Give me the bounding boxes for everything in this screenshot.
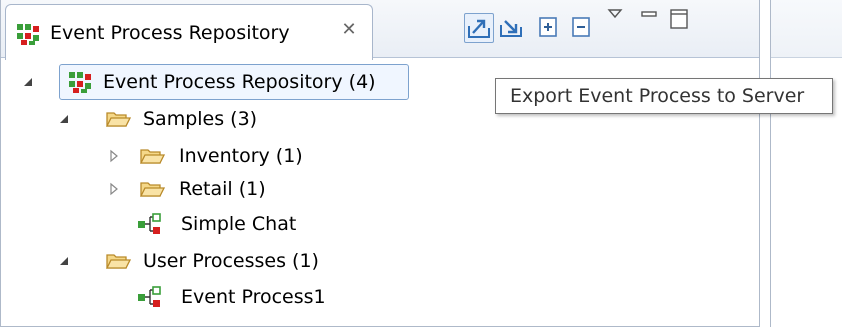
tree-node-event-process1[interactable]: Event Process1	[1, 280, 361, 314]
close-icon[interactable]: ✕	[338, 19, 360, 41]
expanded-arrow-icon[interactable]	[57, 254, 71, 268]
tree-node-label: Inventory (1)	[179, 145, 303, 167]
collapsed-arrow-icon[interactable]	[107, 182, 121, 196]
collapse-all-icon	[572, 17, 590, 37]
expanded-arrow-icon[interactable]	[21, 75, 35, 89]
export-to-server-button[interactable]	[464, 13, 494, 43]
collapse-all-button[interactable]	[567, 13, 597, 43]
tree-node-samples[interactable]: Samples (3)	[1, 102, 301, 136]
tree-node-retail[interactable]: Retail (1)	[1, 172, 341, 206]
minimize-icon	[641, 11, 657, 17]
tree-node-label: Event Process1	[181, 286, 326, 308]
minimize-button[interactable]	[635, 6, 665, 36]
tree-node-label: Samples (3)	[143, 108, 258, 130]
adjacent-header-strip	[771, 0, 842, 58]
maximize-icon	[670, 9, 688, 29]
event-process-icon	[138, 286, 161, 307]
tree-node-simple-chat[interactable]: Simple Chat	[1, 207, 341, 241]
folder-open-icon	[139, 149, 165, 164]
folder-open-icon	[105, 112, 131, 127]
maximize-button[interactable]	[665, 6, 695, 36]
tree-node-label: Event Process Repository (4)	[103, 71, 376, 93]
repository-icon	[69, 72, 91, 93]
event-process-repository-view: Event Process Repository ✕ Event Process…	[0, 0, 760, 327]
expanded-arrow-icon[interactable]	[57, 112, 71, 126]
import-from-server-button[interactable]	[497, 13, 527, 43]
view-header: Event Process Repository ✕	[1, 0, 759, 60]
view-menu-button[interactable]	[601, 6, 631, 36]
expand-all-button[interactable]	[534, 13, 564, 43]
tree-node-label: User Processes (1)	[143, 250, 319, 272]
tree-node-label: Simple Chat	[181, 213, 297, 235]
import-icon	[500, 20, 522, 37]
event-process-icon	[138, 213, 161, 234]
tree-node-inventory[interactable]: Inventory (1)	[1, 139, 341, 173]
expand-all-icon	[539, 17, 557, 37]
collapsed-arrow-icon[interactable]	[107, 149, 121, 163]
chevron-down-icon	[607, 9, 623, 19]
export-icon	[468, 19, 490, 38]
tree-node-user-processes[interactable]: User Processes (1)	[1, 244, 361, 278]
view-tab[interactable]: Event Process Repository ✕	[5, 4, 373, 60]
repository-icon	[17, 24, 39, 45]
folder-open-icon	[105, 254, 131, 269]
tree-node-root[interactable]: Event Process Repository (4)	[1, 65, 421, 99]
tooltip: Export Event Process to Server	[495, 78, 833, 114]
adjacent-editor-area	[770, 0, 842, 327]
tree-node-label: Retail (1)	[179, 178, 266, 200]
view-tab-title: Event Process Repository	[50, 22, 290, 44]
folder-open-icon	[139, 182, 165, 197]
